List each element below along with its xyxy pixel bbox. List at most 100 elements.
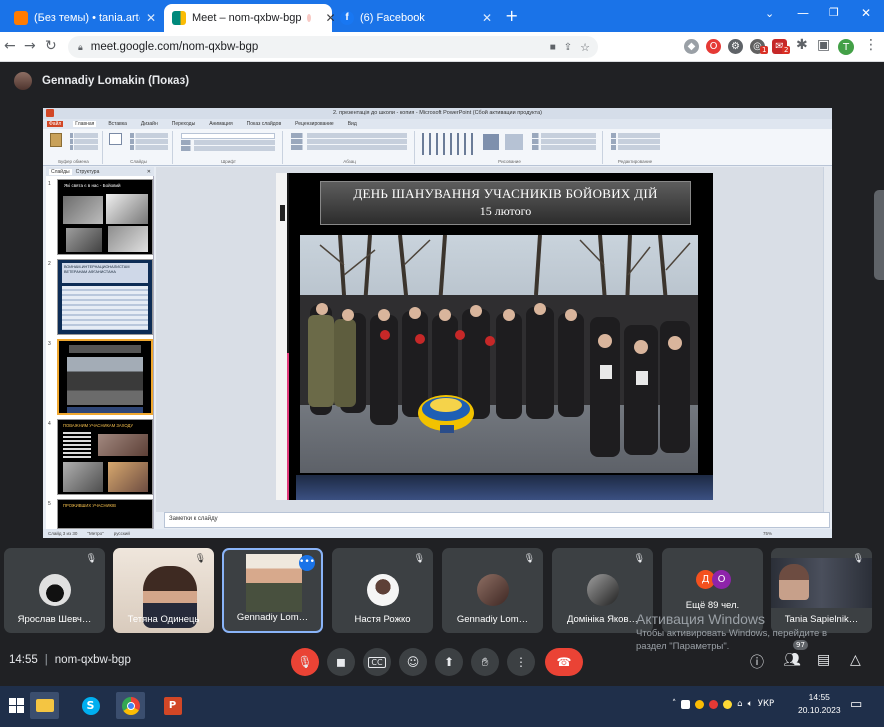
thumb-photo bbox=[98, 434, 148, 456]
arrange-icon[interactable] bbox=[483, 134, 499, 150]
participant-tile[interactable]: 🎙︎ Ярослав Шевч… bbox=[4, 548, 105, 633]
shield-extension-icon[interactable]: ◆ bbox=[684, 39, 699, 54]
ribbon-group-editing: Редактирование bbox=[605, 131, 665, 164]
network-icon[interactable]: ⌂ bbox=[737, 699, 742, 709]
pane-tab-slides[interactable]: Слайды bbox=[49, 168, 72, 175]
shapes-gallery[interactable] bbox=[422, 133, 478, 155]
taskbar-chrome[interactable] bbox=[116, 692, 145, 719]
paste-icon[interactable] bbox=[50, 133, 62, 147]
ppt-tab-review[interactable]: Рецензирование bbox=[293, 121, 336, 127]
participant-tile[interactable]: 🎙︎ Настя Рожко bbox=[332, 548, 433, 633]
participant-tile[interactable]: 🎙︎ Тетяна Одинець bbox=[113, 548, 214, 633]
side-panel-handle[interactable] bbox=[874, 190, 884, 280]
present-button[interactable]: ⬆ bbox=[435, 648, 463, 676]
taskbar-clock[interactable]: 14:55 20.10.2023 bbox=[798, 691, 841, 717]
zoom-level[interactable]: 75% bbox=[763, 531, 772, 536]
slide-thumbnail-2[interactable]: ВОИНАМ-ИНТЕРНАЦИОНАЛИСТАМ ВЕТЕРАНАМ АФГА… bbox=[57, 259, 153, 335]
mic-off-icon: 🎙︎ bbox=[194, 554, 206, 564]
slide-title-box: ДЕНЬ ШАНУВАННЯ УЧАСНИКІВ БОЙОВИХ ДІЙ 15 … bbox=[320, 181, 691, 225]
slides-pane-tabs: Слайды Структура ✕ bbox=[46, 167, 154, 176]
reactions-button[interactable]: ☺ bbox=[399, 648, 427, 676]
thumb-text: ПОВАЖНИМ УЧАСНИКАМ ЗАХОДУ bbox=[63, 423, 134, 428]
raise-hand-button[interactable]: ✋︎ bbox=[471, 648, 499, 676]
close-tab-icon[interactable]: ✕ bbox=[146, 11, 156, 25]
tray-shield-icon[interactable] bbox=[709, 699, 719, 709]
puzzle-icon[interactable]: ✱ bbox=[796, 37, 808, 53]
meeting-details-icon[interactable]: ⓘ bbox=[750, 652, 764, 672]
browser-tab-bar: (Без темы) • tania.art@ukr.net ✕ Meet – … bbox=[0, 0, 884, 32]
notifications-icon[interactable]: ▭ bbox=[850, 697, 862, 712]
ppt-tab-home[interactable]: Главная bbox=[73, 121, 97, 127]
tray-chevron-icon[interactable]: ˄ bbox=[672, 699, 676, 709]
opera-extension-icon[interactable]: O bbox=[706, 39, 721, 54]
captions-button[interactable]: CC bbox=[363, 648, 391, 676]
tray-smiley-icon[interactable] bbox=[723, 699, 733, 709]
profile-avatar[interactable]: T bbox=[838, 39, 854, 55]
vertical-scrollbar[interactable] bbox=[823, 167, 832, 512]
share-icon[interactable]: ⇪ bbox=[564, 42, 572, 53]
powerpoint-icon: P bbox=[163, 696, 182, 715]
slide-thumbnail-3-selected[interactable] bbox=[57, 339, 153, 415]
taskbar-file-explorer[interactable] bbox=[30, 692, 59, 719]
more-options-button[interactable]: ⋮ bbox=[507, 648, 535, 676]
leave-call-button[interactable]: ☎ bbox=[545, 648, 583, 676]
tab-mail[interactable]: (Без темы) • tania.art@ukr.net ✕ bbox=[6, 4, 164, 32]
reload-icon[interactable]: ↻ bbox=[45, 38, 57, 54]
ppt-window-title: 2. презентація до школи - копия - Micros… bbox=[43, 108, 832, 119]
tray-app-icon[interactable] bbox=[681, 699, 691, 709]
forward-icon[interactable]: → bbox=[24, 38, 36, 54]
slide-title: ДЕНЬ ШАНУВАННЯ УЧАСНИКІВ БОЙОВИХ ДІЙ bbox=[353, 186, 658, 201]
ppt-tab-slideshow[interactable]: Показ слайдов bbox=[245, 121, 283, 127]
mic-toggle-button[interactable]: 🎙︎ bbox=[291, 648, 319, 676]
gear-extension-icon[interactable]: ⚙ bbox=[728, 39, 743, 54]
minimize-button[interactable]: — bbox=[797, 6, 809, 20]
pane-tab-outline[interactable]: Структура bbox=[76, 169, 100, 175]
mic-off-icon: 🎙︎ bbox=[523, 554, 535, 564]
current-slide[interactable]: ДЕНЬ ШАНУВАННЯ УЧАСНИКІВ БОЙОВИХ ДІЙ 15 … bbox=[276, 173, 713, 500]
back-icon[interactable]: ← bbox=[4, 38, 16, 54]
ppt-tab-animation[interactable]: Анимация bbox=[207, 121, 234, 127]
taskbar-skype[interactable]: S bbox=[76, 692, 105, 719]
star-icon[interactable]: ☆ bbox=[580, 41, 590, 54]
participant-tile-active-speaker[interactable]: ••• Gennadiy Lom… bbox=[222, 548, 323, 633]
ppt-tab-insert[interactable]: Вставка bbox=[106, 121, 129, 127]
language-indicator[interactable]: УКР bbox=[758, 699, 774, 709]
ppt-tab-view[interactable]: Вид bbox=[346, 121, 359, 127]
thumb-photo bbox=[108, 462, 148, 492]
start-button[interactable] bbox=[2, 692, 31, 719]
slide-thumbnail-1[interactable]: Які свята є в нас - Бойовий bbox=[57, 179, 153, 255]
tray-chrome-icon[interactable] bbox=[695, 699, 705, 709]
slide-thumbnail-4[interactable]: ПОВАЖНИМ УЧАСНИКАМ ЗАХОДУ bbox=[57, 419, 153, 495]
restore-button[interactable]: ❐ bbox=[829, 6, 839, 19]
address-bar[interactable]: 🔒︎ meet.google.com/nom-qxbw-bgp ■ ⇪ ☆ bbox=[68, 36, 598, 58]
people-count-badge: 97 bbox=[793, 640, 808, 650]
more-options-icon[interactable]: ••• bbox=[299, 555, 315, 571]
tab-facebook[interactable]: f (6) Facebook ✕ bbox=[332, 4, 500, 32]
taskbar-powerpoint[interactable]: P bbox=[158, 692, 187, 719]
tab-meet[interactable]: Meet – nom-qxbw-bgp ✕ bbox=[164, 4, 336, 32]
skype-icon: S bbox=[81, 696, 100, 715]
camera-icon[interactable]: ■ bbox=[550, 42, 556, 53]
ppt-tab-design[interactable]: Дизайн bbox=[139, 121, 160, 127]
camera-toggle-button[interactable]: ◼︎ bbox=[327, 648, 355, 676]
mic-off-icon: 🎙︎ bbox=[413, 554, 425, 564]
activities-icon[interactable]: △ bbox=[850, 652, 861, 668]
notes-field[interactable]: Заметки к слайду bbox=[164, 512, 830, 528]
quick-styles-icon[interactable] bbox=[505, 134, 523, 150]
tab-search-icon[interactable]: ⌄ bbox=[765, 7, 774, 20]
sidebar-icon[interactable]: ▣ bbox=[817, 37, 830, 53]
menu-icon[interactable]: ⋮ bbox=[864, 37, 878, 53]
close-pane-icon[interactable]: ✕ bbox=[147, 169, 151, 175]
ppt-tab-file[interactable]: Файл bbox=[47, 121, 64, 127]
close-tab-icon[interactable]: ✕ bbox=[482, 11, 492, 25]
close-window-button[interactable]: ✕ bbox=[861, 6, 871, 20]
slide-canvas: ДЕНЬ ШАНУВАННЯ УЧАСНИКІВ БОЙОВИХ ДІЙ 15 … bbox=[156, 167, 832, 512]
participant-tile[interactable]: 🎙︎ Gennadiy Lom… bbox=[442, 548, 543, 633]
volume-icon[interactable]: 🔈︎ bbox=[748, 699, 753, 709]
ppt-tab-transitions[interactable]: Переходы bbox=[170, 121, 197, 127]
new-tab-button[interactable]: + bbox=[505, 6, 518, 25]
chat-icon[interactable]: ▤ bbox=[817, 652, 830, 668]
new-slide-icon[interactable] bbox=[109, 133, 122, 145]
people-icon[interactable]: 👥︎ bbox=[783, 652, 801, 668]
slide-thumbnail-5[interactable]: ПРОЖИВШИХ УЧАСНИКІВ bbox=[57, 499, 153, 529]
